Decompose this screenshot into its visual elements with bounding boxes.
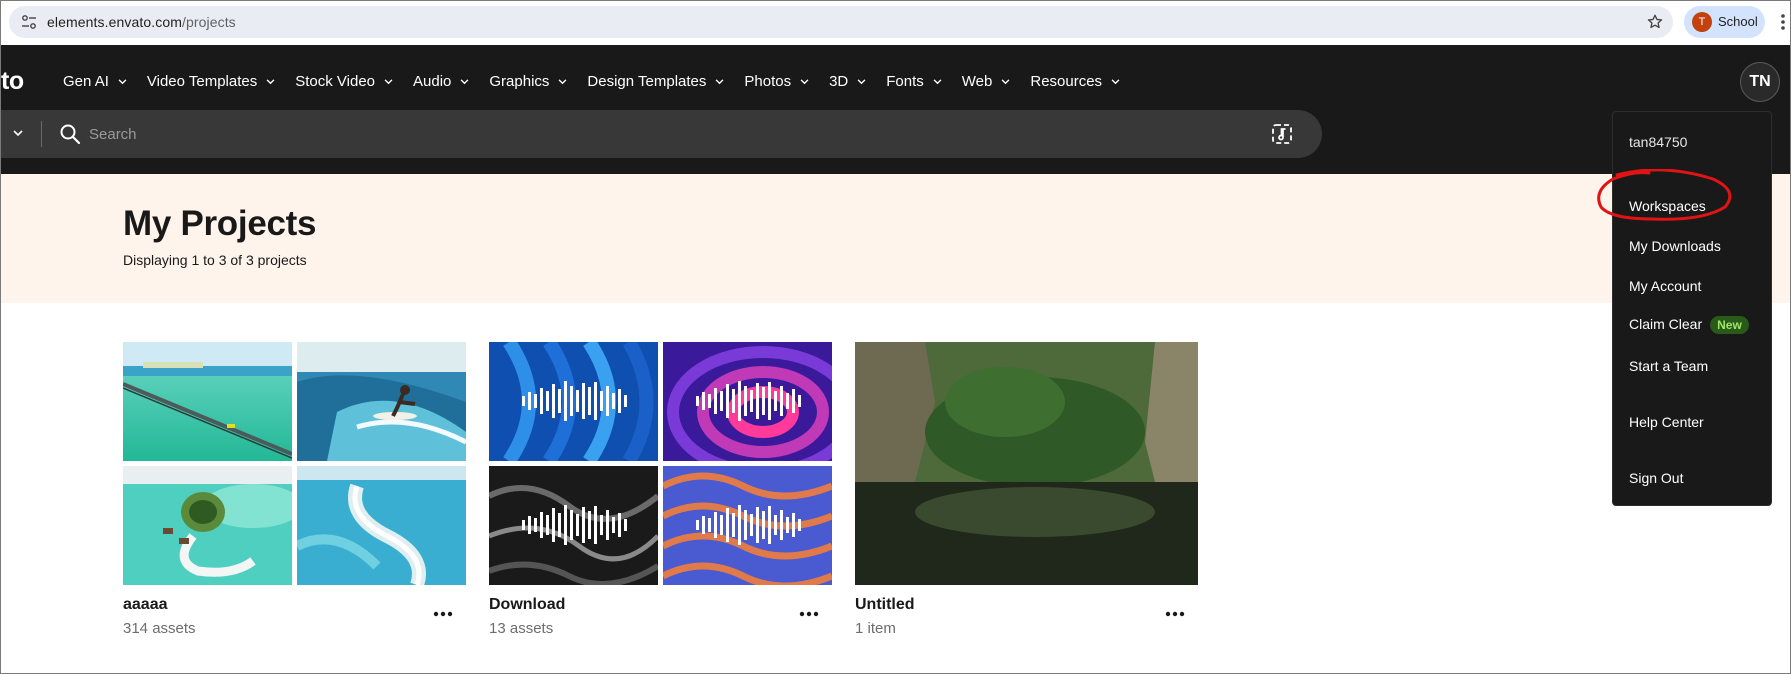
page-hero: My Projects Displaying 1 to 3 of 3 proje…: [1, 174, 1790, 303]
category-chevron-down-icon[interactable]: [13, 130, 23, 137]
project-name[interactable]: Download: [489, 596, 565, 614]
nav-item-label: Photos: [744, 73, 792, 90]
project-thumbnails[interactable]: [489, 342, 832, 585]
audio-thumbnail: [489, 342, 658, 461]
menu-item-help-center[interactable]: Help Center: [1629, 414, 1704, 430]
chevron-down-icon: [1001, 78, 1010, 84]
nav-item-resources[interactable]: Resources: [1030, 73, 1120, 90]
nav-item-label: Resources: [1030, 73, 1103, 90]
profile-avatar: T: [1692, 12, 1712, 32]
project-card[interactable]: Download 13 assets: [489, 342, 832, 637]
menu-item-sign-out[interactable]: Sign Out: [1629, 470, 1683, 486]
project-thumbnails[interactable]: [123, 342, 466, 585]
chevron-down-icon: [460, 78, 469, 84]
chevron-down-icon: [800, 78, 809, 84]
project-name[interactable]: Untitled: [855, 596, 915, 614]
menu-item-my-account[interactable]: My Account: [1629, 278, 1701, 294]
bookmark-star-icon[interactable]: [1646, 13, 1664, 31]
project-asset-count: 314 assets: [123, 620, 196, 637]
url-host: elements.envato.com: [47, 14, 182, 30]
nav-item-gen-ai[interactable]: Gen AI: [63, 73, 127, 90]
thumbnail-image: [123, 466, 292, 585]
new-badge: New: [1710, 316, 1749, 334]
search-bar: [1, 110, 1322, 158]
project-card[interactable]: aaaaa 314 assets: [123, 342, 466, 637]
url-text[interactable]: elements.envato.com/projects: [47, 14, 236, 30]
nav-item-label: Video Templates: [146, 73, 258, 90]
menu-item-my-downloads[interactable]: My Downloads: [1629, 238, 1721, 254]
thumbnail-image: [297, 342, 466, 461]
browser-toolbar: elements.envato.com/projects T School: [1, 1, 1790, 45]
project-asset-count: 1 item: [855, 620, 896, 637]
profile-name: School: [1718, 14, 1758, 29]
nav-item-label: Fonts: [886, 73, 924, 90]
site-header: to Gen AI Video Templates Stock Video Audio…: [1, 45, 1790, 174]
chevron-down-icon: [384, 78, 393, 84]
more-options-icon[interactable]: [431, 608, 455, 620]
nav-item-audio[interactable]: Audio: [413, 73, 469, 90]
thumbnail-image: [297, 466, 466, 585]
address-bar[interactable]: elements.envato.com/projects: [9, 6, 1673, 38]
browser-menu-icon[interactable]: [1778, 11, 1788, 33]
chevron-down-icon: [266, 78, 275, 84]
nav-item-photos[interactable]: Photos: [744, 73, 809, 90]
audio-thumbnail: [489, 466, 658, 585]
nav-item-fonts[interactable]: Fonts: [886, 73, 942, 90]
profile-chip[interactable]: T School: [1684, 6, 1765, 38]
browser-window: elements.envato.com/projects T School to…: [0, 0, 1791, 674]
chevron-down-icon: [118, 78, 127, 84]
search-icon: [60, 124, 81, 145]
audio-search-icon[interactable]: [1270, 122, 1294, 146]
project-name[interactable]: aaaaa: [123, 596, 168, 614]
menu-item-start-a-team[interactable]: Start a Team: [1629, 358, 1708, 374]
nav-item-graphics[interactable]: Graphics: [489, 73, 567, 90]
menu-item-claim-clear[interactable]: Claim Clear New: [1629, 316, 1749, 334]
nav-item-label: Gen AI: [63, 73, 109, 90]
project-asset-count: 13 assets: [489, 620, 554, 637]
chevron-down-icon: [559, 78, 567, 84]
url-path: /projects: [181, 14, 236, 30]
envato-logo[interactable]: to: [1, 67, 24, 96]
nav-item-label: Web: [961, 73, 993, 90]
chevron-down-icon: [1111, 78, 1120, 84]
thumbnail-image: [855, 342, 1198, 585]
thumbnail-image: [123, 342, 292, 461]
more-options-icon[interactable]: [797, 608, 821, 620]
account-dropdown-menu: tan84750 Workspaces My Downloads My Acco…: [1612, 111, 1772, 506]
nav-item-design-templates[interactable]: Design Templates: [587, 73, 724, 90]
nav-item-3d[interactable]: 3D: [829, 73, 866, 90]
audio-thumbnail: [663, 466, 832, 585]
account-avatar[interactable]: TN: [1740, 62, 1780, 102]
menu-username: tan84750: [1629, 134, 1688, 150]
project-thumbnails[interactable]: [855, 342, 1198, 585]
nav-item-label: 3D: [829, 73, 849, 90]
nav-item-label: Design Templates: [587, 73, 707, 90]
chevron-down-icon: [715, 78, 724, 84]
more-options-icon[interactable]: [1163, 608, 1187, 620]
search-divider: [41, 121, 42, 147]
project-card[interactable]: Untitled 1 item: [855, 342, 1198, 637]
page-title: My Projects: [123, 204, 317, 243]
chevron-down-icon: [857, 78, 866, 84]
nav-item-web[interactable]: Web: [962, 73, 1011, 90]
menu-item-label: Claim Clear: [1629, 316, 1703, 332]
results-count: Displaying 1 to 3 of 3 projects: [123, 252, 307, 268]
search-input[interactable]: [89, 122, 1239, 146]
nav-item-label: Audio: [413, 73, 452, 90]
main-nav: Gen AI Video Templates Stock Video Audio Gra…: [63, 73, 1140, 90]
nav-item-label: Graphics: [489, 73, 550, 90]
menu-item-workspaces[interactable]: Workspaces: [1629, 198, 1706, 214]
chevron-down-icon: [933, 78, 942, 84]
nav-item-label: Stock Video: [295, 73, 376, 90]
site-settings-icon[interactable]: [21, 14, 37, 30]
audio-thumbnail: [663, 342, 832, 461]
nav-item-video-templates[interactable]: Video Templates: [147, 73, 275, 90]
nav-item-stock-video[interactable]: Stock Video: [295, 73, 393, 90]
